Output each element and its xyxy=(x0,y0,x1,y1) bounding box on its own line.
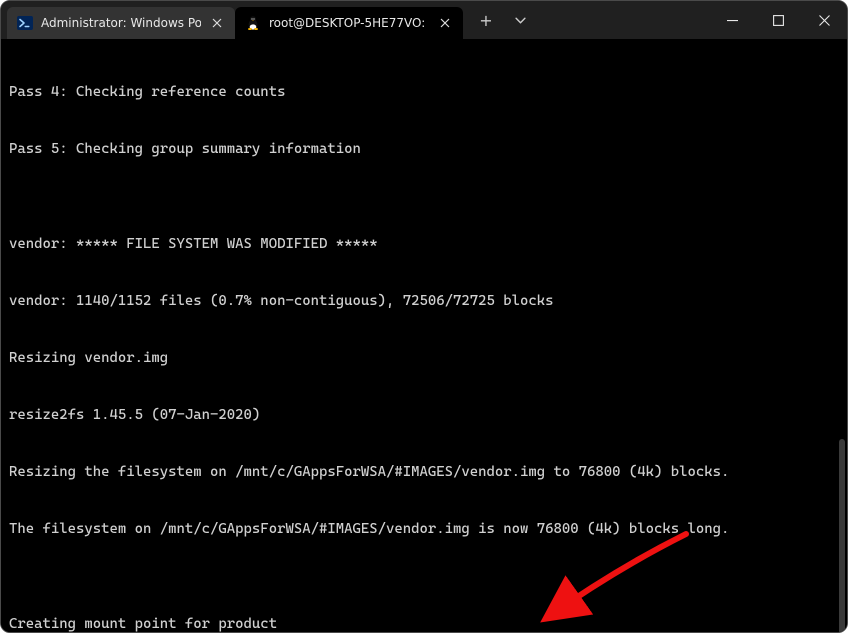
tab-title: Administrator: Windows PowerShell xyxy=(41,16,201,30)
maximize-button[interactable] xyxy=(755,1,801,39)
close-icon[interactable] xyxy=(209,15,225,31)
scrollbar-thumb[interactable] xyxy=(839,439,845,632)
annotation-arrow xyxy=(526,529,696,629)
tab-title: root@DESKTOP-5HE77VO: /mnt xyxy=(269,16,429,30)
terminal-line: resize2fs 1.45.5 (07-Jan-2020) xyxy=(9,406,839,425)
tab-dropdown-button[interactable] xyxy=(503,1,537,39)
powershell-icon xyxy=(17,15,33,31)
minimize-button[interactable] xyxy=(709,1,755,39)
terminal-line: Resizing the filesystem on /mnt/c/GAppsF… xyxy=(9,463,839,482)
title-bar: Administrator: Windows PowerShell root@D… xyxy=(1,1,847,39)
terminal-line: The filesystem on /mnt/c/GAppsForWSA/#IM… xyxy=(9,520,839,539)
terminal-line: Pass 4: Checking reference counts xyxy=(9,83,839,102)
tab-wsl[interactable]: root@DESKTOP-5HE77VO: /mnt xyxy=(235,7,463,39)
terminal-line: Resizing vendor.img xyxy=(9,349,839,368)
window-controls xyxy=(709,1,847,39)
terminal-line: vendor: 1140/1152 files (0.7% non-contig… xyxy=(9,292,839,311)
terminal-line: Pass 5: Checking group summary informati… xyxy=(9,140,839,159)
tab-powershell[interactable]: Administrator: Windows PowerShell xyxy=(7,7,235,39)
new-tab-button[interactable] xyxy=(469,1,503,39)
tux-icon xyxy=(245,15,261,31)
close-icon[interactable] xyxy=(437,15,453,31)
terminal-line: vendor: ***** FILE SYSTEM WAS MODIFIED *… xyxy=(9,235,839,254)
terminal-viewport[interactable]: Pass 4: Checking reference counts Pass 5… xyxy=(1,39,847,632)
tabbar-actions xyxy=(463,1,537,39)
terminal-window: Administrator: Windows PowerShell root@D… xyxy=(0,0,848,633)
tab-strip: Administrator: Windows PowerShell root@D… xyxy=(1,1,463,39)
titlebar-drag-region[interactable] xyxy=(537,1,709,39)
close-button[interactable] xyxy=(801,1,847,39)
terminal-line: Creating mount point for product xyxy=(9,615,839,632)
